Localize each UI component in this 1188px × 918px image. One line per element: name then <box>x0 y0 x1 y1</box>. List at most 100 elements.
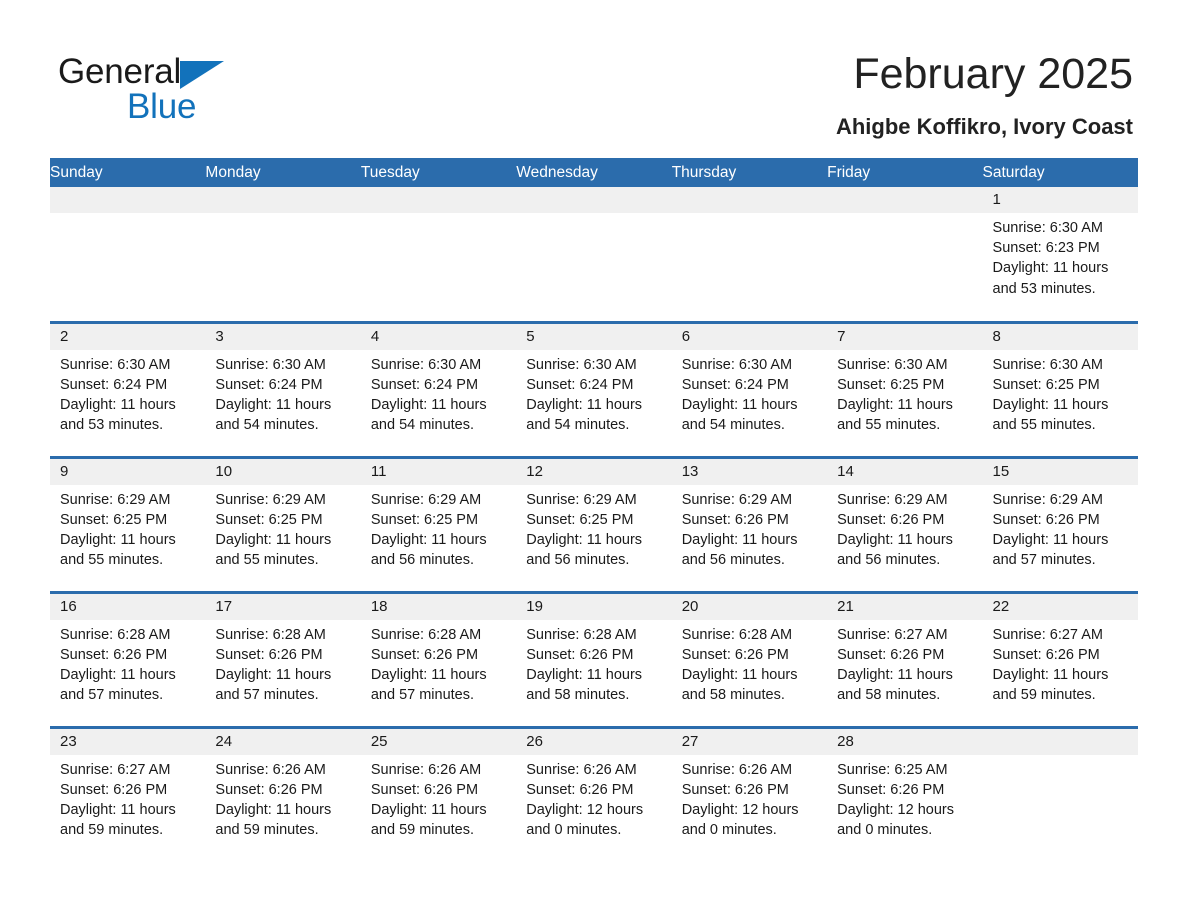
calendar-day-cell[interactable]: 5 Sunrise: 6:30 AM Sunset: 6:24 PM Daylight… <box>516 320 672 457</box>
day-number: 5 <box>516 323 672 350</box>
sunset-text: Sunset: 6:26 PM <box>681 781 789 798</box>
calendar-day-cell[interactable]: 26 Sunrise: 6:26 AM Sunset: 6:26 PM Dayligh… <box>516 725 672 862</box>
calendar-day-cell[interactable] <box>205 187 361 322</box>
sunrise-text: Sunrise: 6:28 AM <box>370 626 482 643</box>
sunset-text: Sunset: 6:26 PM <box>681 511 789 528</box>
calendar-day-cell[interactable]: 12 Sunrise: 6:29 AM Sunset: 6:25 PM Dayligh… <box>516 455 672 592</box>
day-number: 22 <box>982 593 1138 620</box>
day-number: 25 <box>360 728 517 755</box>
calendar-day-cell[interactable]: 6 Sunrise: 6:30 AM Sunset: 6:24 PM Daylight… <box>671 320 828 457</box>
logo-triangle-icon <box>180 61 225 89</box>
calendar-day-cell[interactable]: 25 Sunrise: 6:26 AM Sunset: 6:26 PM Dayligh… <box>360 725 517 862</box>
calendar-day-cell[interactable]: 10 Sunrise: 6:29 AM Sunset: 6:25 PM Dayligh… <box>205 455 361 592</box>
day-number <box>205 187 361 213</box>
day-number: 26 <box>516 728 672 755</box>
sunset-text: Sunset: 6:26 PM <box>370 781 479 798</box>
sunrise-text: Sunrise: 6:29 AM <box>215 491 326 508</box>
day-number: 28 <box>827 728 983 755</box>
daylight-text: Daylight: 11 hours and 55 minutes. <box>215 531 332 569</box>
sunrise-text: Sunrise: 6:30 AM <box>992 220 1103 236</box>
calendar-day-cell[interactable] <box>50 187 206 322</box>
sunset-text: Sunset: 6:26 PM <box>526 781 634 798</box>
calendar-week-row: 9 Sunrise: 6:29 AM Sunset: 6:25 PM Daylight… <box>50 455 1138 592</box>
calendar-day-cell[interactable]: 3 Sunrise: 6:30 AM Sunset: 6:24 PM Daylight… <box>205 320 361 457</box>
daylight-text: Daylight: 11 hours and 56 minutes. <box>681 531 798 569</box>
daylight-text: Daylight: 11 hours and 57 minutes. <box>60 666 176 704</box>
calendar-day-cell[interactable]: 18 Sunrise: 6:28 AM Sunset: 6:26 PM Dayligh… <box>360 590 517 727</box>
calendar-body: 1 Sunrise: 6:30 AM Sunset: 6:23 PM Daylight… <box>50 187 1138 862</box>
calendar-day-cell[interactable]: 9 Sunrise: 6:29 AM Sunset: 6:25 PM Daylight… <box>50 455 206 592</box>
calendar-day-cell[interactable]: 13 Sunrise: 6:29 AM Sunset: 6:26 PM Dayligh… <box>671 455 828 592</box>
day-number: 18 <box>360 593 517 620</box>
daylight-text: Daylight: 12 hours and 0 minutes. <box>837 801 954 839</box>
calendar-day-cell[interactable]: 11 Sunrise: 6:29 AM Sunset: 6:25 PM Dayligh… <box>360 455 517 592</box>
weekday-header-tuesday: Tuesday <box>360 158 517 187</box>
sunset-text: Sunset: 6:24 PM <box>60 376 168 393</box>
daylight-text: Daylight: 11 hours and 58 minutes. <box>681 666 798 704</box>
calendar-week-row: 16 Sunrise: 6:28 AM Sunset: 6:26 PM Dayligh… <box>50 590 1138 727</box>
sunrise-text: Sunrise: 6:30 AM <box>837 356 948 373</box>
calendar-day-cell[interactable] <box>516 187 672 322</box>
weekday-header-thursday: Thursday <box>671 158 828 187</box>
sunrise-text: Sunrise: 6:29 AM <box>60 491 171 508</box>
calendar-day-cell[interactable]: 14 Sunrise: 6:29 AM Sunset: 6:26 PM Dayligh… <box>827 455 983 592</box>
calendar-day-cell[interactable]: 2 Sunrise: 6:30 AM Sunset: 6:24 PM Daylight… <box>50 320 206 457</box>
day-number: 16 <box>50 593 206 620</box>
day-number: 9 <box>50 458 206 485</box>
sunrise-text: Sunrise: 6:29 AM <box>526 491 637 508</box>
sunrise-text: Sunrise: 6:30 AM <box>681 356 793 373</box>
calendar-day-cell[interactable] <box>360 187 517 322</box>
sunrise-text: Sunrise: 6:30 AM <box>992 356 1103 373</box>
sunset-text: Sunset: 6:26 PM <box>837 511 945 528</box>
calendar-day-cell[interactable]: 21 Sunrise: 6:27 AM Sunset: 6:26 PM Dayligh… <box>827 590 983 727</box>
calendar-day-cell[interactable]: 24 Sunrise: 6:26 AM Sunset: 6:26 PM Dayligh… <box>205 725 361 862</box>
day-number: 13 <box>671 458 828 485</box>
sunset-text: Sunset: 6:25 PM <box>370 511 479 528</box>
sunset-text: Sunset: 6:24 PM <box>215 376 323 393</box>
day-number <box>50 187 206 213</box>
sunrise-text: Sunrise: 6:30 AM <box>526 356 637 373</box>
calendar-day-cell[interactable]: 4 Sunrise: 6:30 AM Sunset: 6:24 PM Daylight… <box>360 320 517 457</box>
page-title: February 2025 <box>853 50 1133 98</box>
calendar-day-cell[interactable]: 7 Sunrise: 6:30 AM Sunset: 6:25 PM Daylight… <box>827 320 983 457</box>
calendar-day-cell[interactable]: 1 Sunrise: 6:30 AM Sunset: 6:23 PM Daylight… <box>982 187 1138 322</box>
daylight-text: Daylight: 11 hours and 53 minutes. <box>992 260 1109 297</box>
calendar-day-cell[interactable]: 28 Sunrise: 6:25 AM Sunset: 6:26 PM Dayligh… <box>827 725 983 862</box>
calendar-day-cell[interactable]: 8 Sunrise: 6:30 AM Sunset: 6:25 PM Daylight… <box>982 320 1138 457</box>
calendar-day-cell[interactable]: 17 Sunrise: 6:28 AM Sunset: 6:26 PM Dayligh… <box>205 590 361 727</box>
general-blue-logo[interactable]: General Blue <box>58 52 318 132</box>
sunset-text: Sunset: 6:26 PM <box>992 511 1100 528</box>
calendar-day-cell[interactable]: 15 Sunrise: 6:29 AM Sunset: 6:26 PM Dayligh… <box>982 455 1138 592</box>
calendar-day-cell[interactable]: 20 Sunrise: 6:28 AM Sunset: 6:26 PM Dayligh… <box>671 590 828 727</box>
daylight-text: Daylight: 11 hours and 55 minutes. <box>992 396 1109 434</box>
day-number <box>827 187 983 213</box>
sunrise-text: Sunrise: 6:28 AM <box>60 626 171 643</box>
day-number: 10 <box>205 458 361 485</box>
calendar-day-cell[interactable]: 23 Sunrise: 6:27 AM Sunset: 6:26 PM Dayligh… <box>50 725 206 862</box>
calendar-day-cell[interactable] <box>982 725 1138 862</box>
sunset-text: Sunset: 6:25 PM <box>992 376 1100 393</box>
calendar-day-cell[interactable]: 22 Sunrise: 6:27 AM Sunset: 6:26 PM Dayligh… <box>982 590 1138 727</box>
daylight-text: Daylight: 11 hours and 56 minutes. <box>526 531 643 569</box>
day-number: 15 <box>982 458 1138 485</box>
sunrise-text: Sunrise: 6:28 AM <box>526 626 637 643</box>
calendar-day-cell[interactable]: 27 Sunrise: 6:26 AM Sunset: 6:26 PM Dayligh… <box>671 725 828 862</box>
sunrise-text: Sunrise: 6:29 AM <box>837 491 948 508</box>
weekday-header-friday: Friday <box>827 158 983 187</box>
weekday-header-wednesday: Wednesday <box>516 158 672 187</box>
day-number: 4 <box>360 323 517 350</box>
day-number: 17 <box>205 593 361 620</box>
daylight-text: Daylight: 11 hours and 57 minutes. <box>992 531 1109 569</box>
day-number: 2 <box>50 323 206 350</box>
calendar-day-cell[interactable]: 19 Sunrise: 6:28 AM Sunset: 6:26 PM Dayligh… <box>516 590 672 727</box>
calendar-day-cell[interactable] <box>671 187 828 322</box>
sunrise-text: Sunrise: 6:29 AM <box>681 491 793 508</box>
sunset-text: Sunset: 6:25 PM <box>60 511 168 528</box>
daylight-text: Daylight: 11 hours and 54 minutes. <box>526 396 643 434</box>
calendar-day-cell[interactable]: 16 Sunrise: 6:28 AM Sunset: 6:26 PM Dayligh… <box>50 590 206 727</box>
sunrise-text: Sunrise: 6:29 AM <box>370 491 482 508</box>
calendar-day-cell[interactable] <box>827 187 983 322</box>
calendar-week-row: 23 Sunrise: 6:27 AM Sunset: 6:26 PM Dayligh… <box>50 725 1138 862</box>
location-subtitle: Ahigbe Koffikro, Ivory Coast <box>835 114 1133 139</box>
day-number: 19 <box>516 593 672 620</box>
